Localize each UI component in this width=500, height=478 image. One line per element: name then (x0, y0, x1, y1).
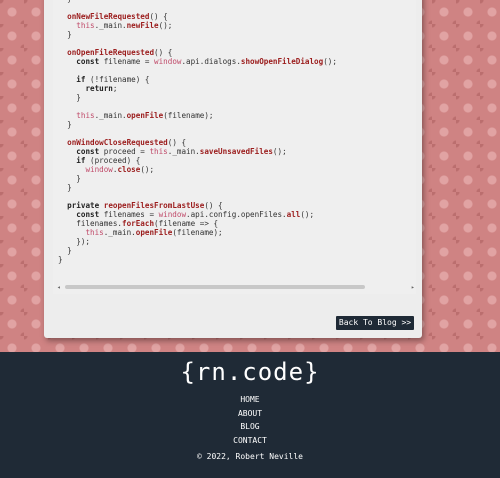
horizontal-scrollbar[interactable]: ◂ ▸ (57, 284, 416, 291)
code-text: document.addEventListener('open-file-req… (58, 0, 337, 264)
copyright-text: © 2022, Robert Neville (197, 452, 303, 461)
site-logo[interactable]: {rn.code} (0, 358, 500, 386)
footer-nav-contact[interactable]: CONTACT (0, 434, 500, 448)
footer-nav-blog[interactable]: BLOG (0, 420, 500, 434)
back-to-blog-button[interactable]: Back To Blog >> (336, 316, 414, 330)
footer-nav-home[interactable]: HOME (0, 393, 500, 407)
blog-post-card: document.addEventListener('open-file-req… (44, 0, 422, 338)
scroll-left-icon[interactable]: ◂ (57, 284, 61, 291)
site-footer: {rn.code} HOME ABOUT BLOG CONTACT © 2022… (0, 352, 500, 478)
footer-nav: HOME ABOUT BLOG CONTACT (0, 393, 500, 447)
footer-nav-about[interactable]: ABOUT (0, 407, 500, 421)
scrollbar-thumb[interactable] (65, 285, 365, 289)
scroll-right-icon[interactable]: ▸ (411, 284, 415, 291)
code-block: document.addEventListener('open-file-req… (53, 0, 416, 294)
